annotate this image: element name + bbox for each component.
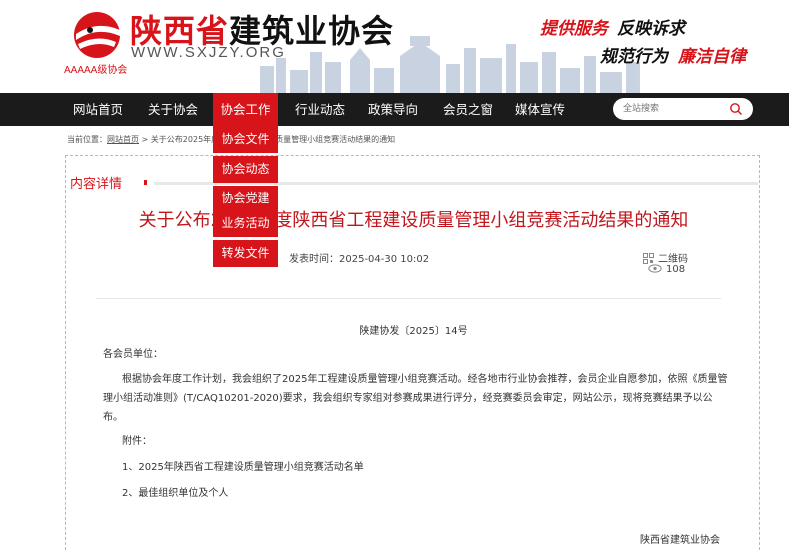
- eye-icon: [648, 264, 662, 273]
- slogan-4: 廉洁自律: [678, 47, 746, 67]
- slogan-1: 提供服务: [540, 19, 608, 39]
- dropdown-item-forwarded[interactable]: 转发文件: [213, 240, 278, 267]
- attachments-label: 附件：: [122, 436, 152, 447]
- search-input[interactable]: [623, 100, 723, 118]
- article-body-paragraph: 根据协会年度工作计划，我会组织了2025年工程建设质量管理小组竞赛活动。经各地市…: [103, 374, 728, 423]
- nav-item-policy[interactable]: 政策导向: [358, 93, 428, 126]
- nav-item-industry[interactable]: 行业动态: [285, 93, 355, 126]
- attachment-item-1[interactable]: 1、2025年陕西省工程建设质量管理小组竞赛活动名单: [122, 458, 364, 477]
- nav-work-dropdown: 协会文件 协会动态 协会党建 业务活动 转发文件: [213, 126, 278, 270]
- view-count-value: 108: [666, 264, 686, 275]
- article-divider: [96, 298, 721, 299]
- nav-item-media[interactable]: 媒体宣传: [505, 93, 575, 126]
- search-box: [613, 98, 753, 120]
- slogan-3: 规范行为: [600, 47, 668, 67]
- publish-time: 发表时间：2025-04-30 10:02: [289, 254, 430, 265]
- content-panel: 内容详情 关于公布2025年度陕西省工程建设质量管理小组竞赛活动结果的通知 发表…: [65, 155, 760, 550]
- search-icon[interactable]: [729, 102, 743, 116]
- association-logo-icon: [74, 12, 120, 58]
- dropdown-item-files[interactable]: 协会文件: [213, 126, 278, 153]
- slogan-2: 反映诉求: [617, 19, 685, 39]
- attachment-item-2[interactable]: 2、最佳组织单位及个人: [122, 484, 228, 503]
- signature: 陕西省建筑业协会: [640, 535, 720, 546]
- dropdown-item-party[interactable]: 协会党建: [213, 186, 278, 210]
- main-nav: 网站首页 关于协会 协会工作 行业动态 政策导向 会员之窗 媒体宣传: [0, 93, 789, 126]
- breadcrumb-home-link[interactable]: 网站首页: [107, 135, 139, 144]
- site-header: 陕西省建筑业协会 WWW.SXJZY.ORG AAAAA级协会 提供服务 反映诉…: [0, 0, 789, 93]
- salutation: 各会员单位：: [103, 349, 163, 360]
- dropdown-item-news[interactable]: 协会动态: [213, 156, 278, 183]
- section-title: 内容详情: [70, 177, 123, 192]
- view-count: 108: [648, 264, 685, 275]
- site-url: WWW.SXJZY.ORG: [131, 44, 286, 61]
- article-title: 关于公布2025年度陕西省工程建设质量管理小组竞赛活动结果的通知: [138, 210, 689, 231]
- qr-code-link[interactable]: 二维码: [643, 250, 688, 265]
- qr-code-icon: [643, 253, 654, 264]
- nav-item-about[interactable]: 关于协会: [138, 93, 208, 126]
- section-marker: [144, 180, 147, 185]
- document-number: 陕建协发〔2025〕14号: [359, 326, 468, 337]
- site-badge: AAAAA级协会: [64, 65, 128, 76]
- nav-item-work[interactable]: 协会工作: [213, 93, 278, 126]
- breadcrumb-prefix: 当前位置：: [67, 135, 107, 144]
- nav-item-home[interactable]: 网站首页: [63, 93, 133, 126]
- dropdown-item-business[interactable]: 业务活动: [213, 210, 278, 237]
- breadcrumb-separator: >: [139, 135, 151, 144]
- nav-item-members[interactable]: 会员之窗: [433, 93, 503, 126]
